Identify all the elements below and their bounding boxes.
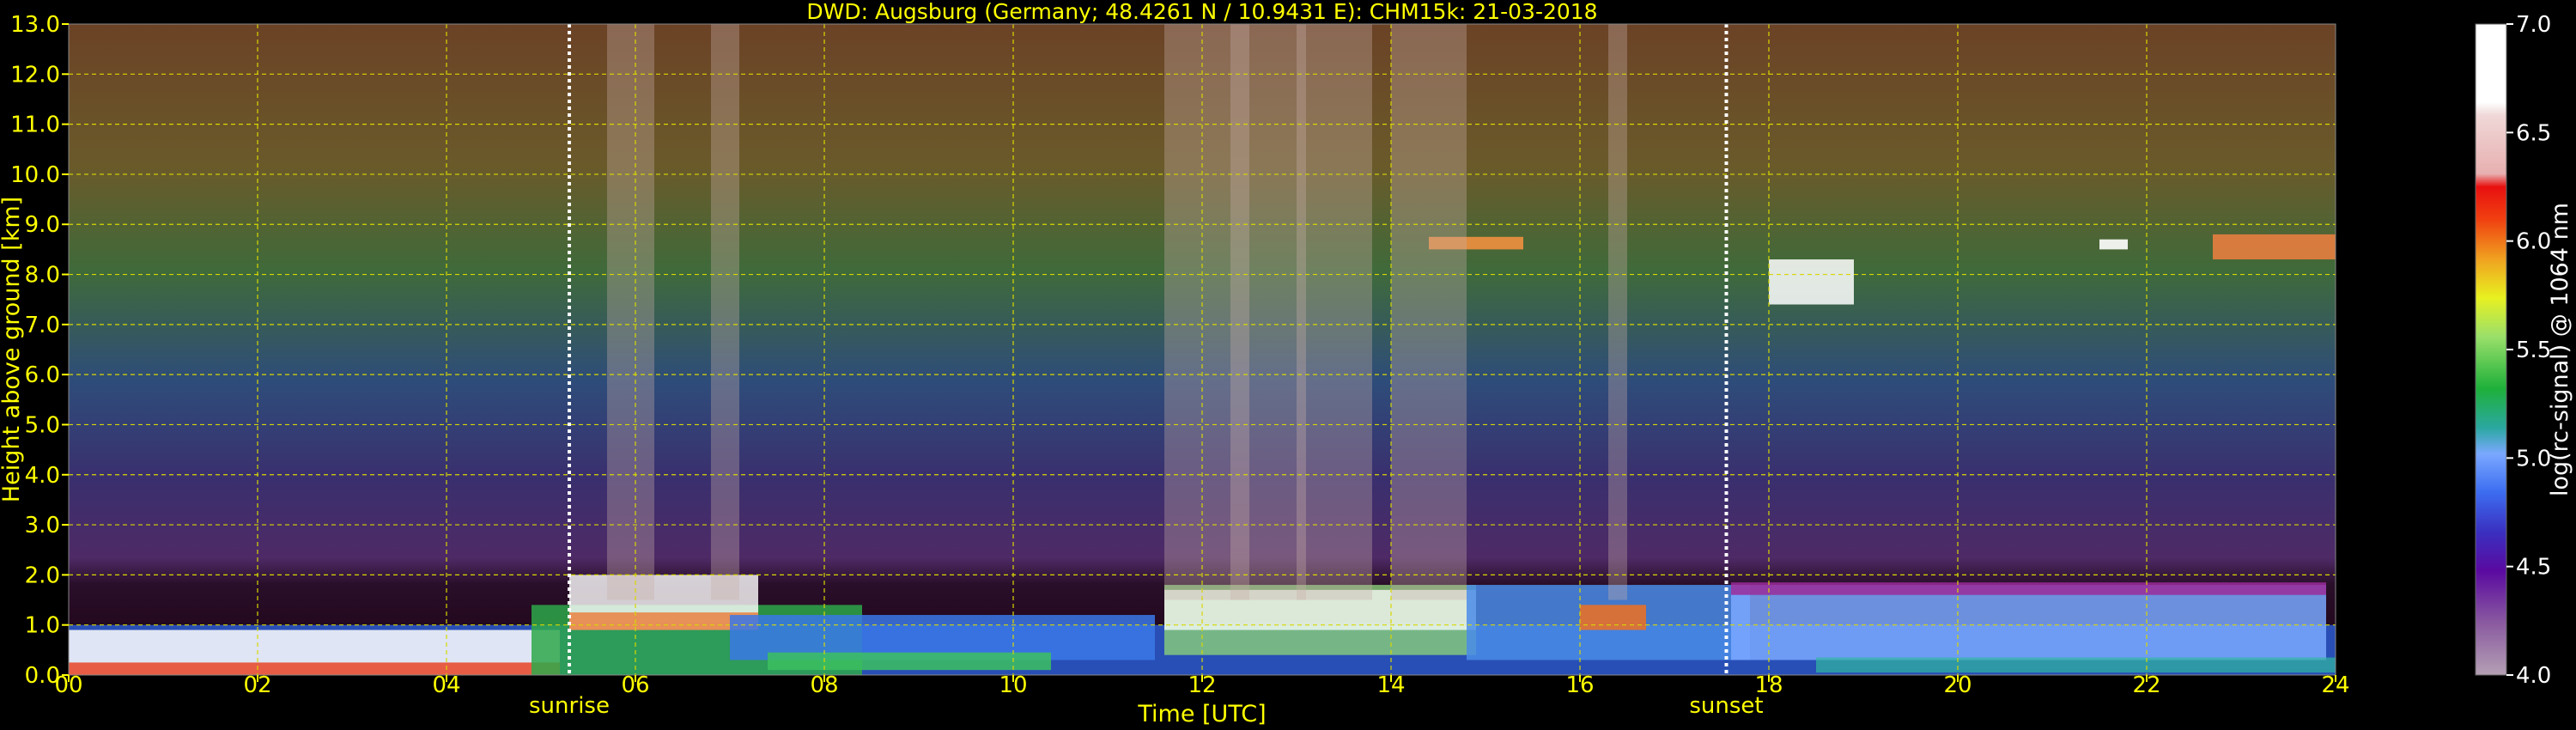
sunset-label: sunset	[1689, 693, 1763, 719]
plot-area	[68, 23, 2336, 676]
x-axis-label: Time [UTC]	[1137, 701, 1266, 727]
y-tick-label: 5.0	[25, 412, 60, 438]
x-tick-label: 14	[1376, 672, 1405, 698]
x-tick-label: 04	[432, 672, 460, 698]
rain-column	[1391, 24, 1467, 600]
rain-column	[1230, 24, 1306, 600]
y-tick-label: 11.0	[10, 113, 60, 138]
colorbar-scale	[2475, 23, 2507, 676]
rain-column	[711, 24, 739, 600]
x-tick-label: 02	[243, 672, 271, 698]
y-tick-label: 4.0	[25, 463, 60, 489]
colorbar-tick-label: 6.5	[2516, 120, 2551, 146]
x-tick-label: 06	[621, 672, 649, 698]
rain-column	[1297, 24, 1372, 600]
y-tick-label: 2.0	[25, 563, 60, 588]
chart-title: DWD: Augsburg (Germany; 48.4261 N / 10.9…	[806, 0, 1597, 24]
x-tick-label: 12	[1188, 672, 1216, 698]
signal-feature	[1816, 657, 2336, 673]
colorbar-ticks: 4.04.55.05.56.06.57.0	[2506, 12, 2551, 689]
y-tick-label: 8.0	[25, 263, 60, 289]
y-tick-label: 9.0	[25, 212, 60, 238]
x-axis-ticks: 00 02 04 06 08 10 12 14 16 18 20 22 24	[54, 672, 2349, 698]
sunrise-label: sunrise	[529, 693, 610, 719]
y-tick-label: 13.0	[10, 12, 60, 38]
y-tick-label: 6.0	[25, 362, 60, 388]
x-tick-label: 20	[1943, 672, 1971, 698]
x-tick-label: 22	[2132, 672, 2160, 698]
rain-column	[607, 24, 654, 600]
signal-feature	[1731, 582, 2326, 595]
signal-feature	[2099, 239, 2128, 250]
x-tick-label: 16	[1565, 672, 1594, 698]
ceilometer-chart: 00 02 04 06 08 10 12 14 16 18 20 22 24 0.01.02.03.04…	[0, 0, 2573, 727]
y-tick-label: 3.0	[25, 513, 60, 538]
y-tick-label: 7.0	[25, 313, 60, 338]
y-tick-label: 12.0	[10, 62, 60, 88]
rain-column	[1608, 24, 1627, 600]
signal-feature	[768, 652, 1051, 671]
colorbar-tick-label: 4.0	[2516, 663, 2551, 689]
colorbar: 4.04.55.05.56.06.57.0 log(rc-signal) @ 1…	[2475, 12, 2573, 689]
signal-feature	[1731, 585, 2326, 660]
signal-feature	[69, 662, 560, 675]
x-tick-label: 08	[810, 672, 838, 698]
signal-feature	[2213, 234, 2336, 260]
colorbar-label: log(rc-signal) @ 1064 nm	[2547, 203, 2573, 496]
colorbar-tick-label: 7.0	[2516, 12, 2551, 38]
colorbar-tick-label: 4.5	[2516, 555, 2551, 581]
y-tick-label: 10.0	[10, 162, 60, 188]
x-tick-label: 24	[2321, 672, 2349, 698]
x-tick-label: 10	[999, 672, 1027, 698]
y-tick-label: 0.0	[25, 663, 60, 689]
y-tick-label: 1.0	[25, 613, 60, 639]
signal-feature	[1769, 259, 1854, 305]
signal-feature	[1580, 605, 1646, 630]
y-axis-label: Height above ground [km]	[0, 197, 25, 502]
